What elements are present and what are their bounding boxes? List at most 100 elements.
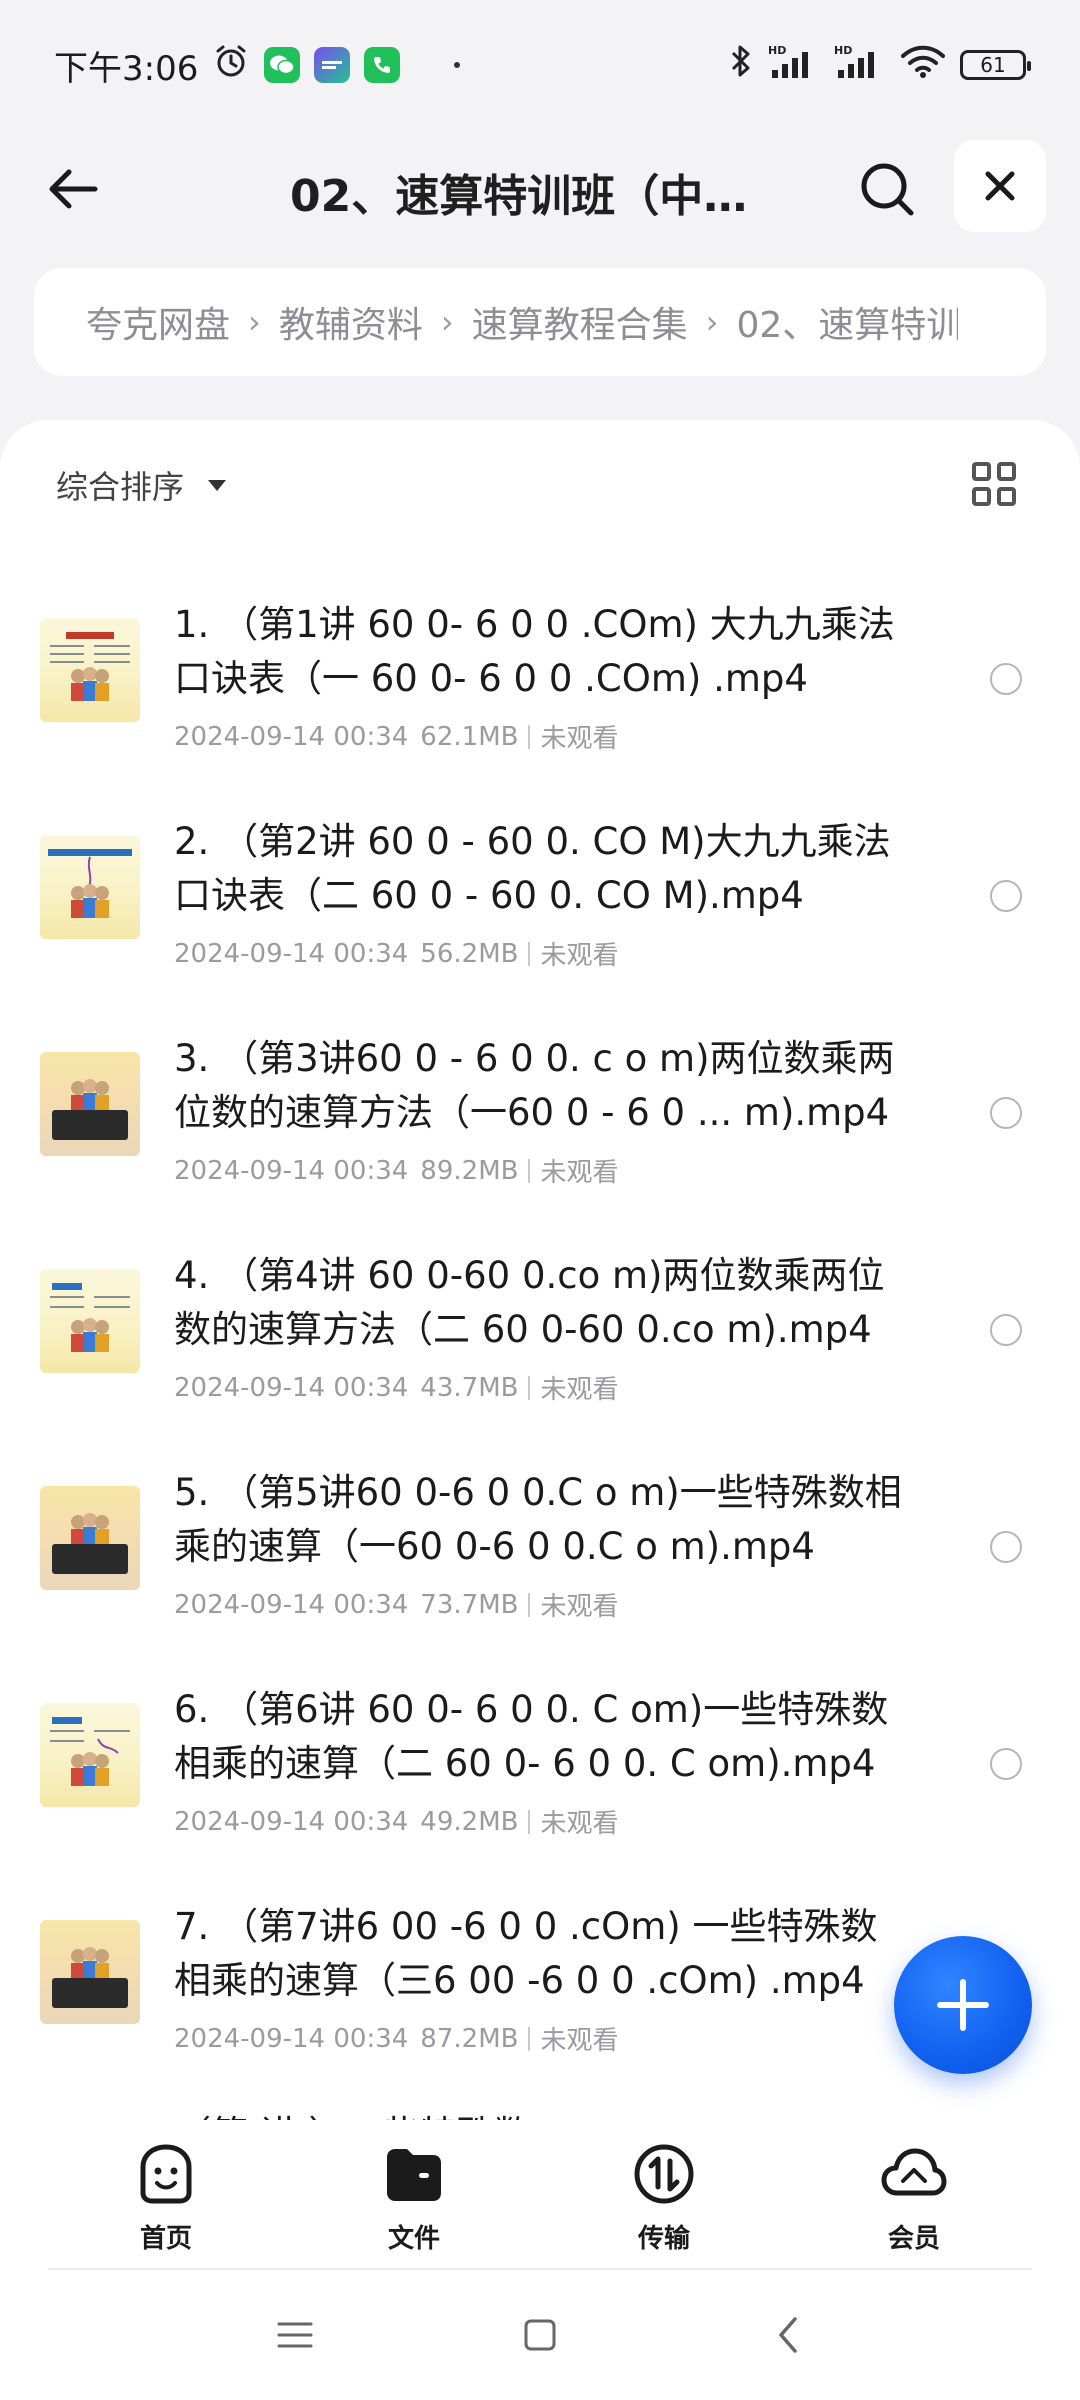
folder-icon bbox=[380, 2140, 448, 2208]
list-item-partial[interactable]: （第 讲 ）一些特殊数 bbox=[174, 2104, 531, 2120]
select-checkbox[interactable] bbox=[990, 880, 1022, 912]
file-meta: 2024-09-14 00:34 56.2MB 未观看 bbox=[174, 935, 618, 972]
meta-divider bbox=[528, 941, 531, 966]
file-date: 2024-09-14 00:34 bbox=[174, 1372, 409, 1403]
back-button[interactable] bbox=[38, 154, 108, 224]
file-size: 49.2MB bbox=[420, 1806, 519, 1837]
file-list: 1. （第1讲 60 0- 6 0 0 .COm) 大九九乘法口诀表（一 60 … bbox=[0, 568, 1080, 2087]
wifi-icon bbox=[900, 42, 946, 89]
file-size: 89.2MB bbox=[420, 1155, 519, 1186]
file-date: 2024-09-14 00:34 bbox=[174, 1155, 409, 1186]
video-thumbnail bbox=[40, 835, 140, 939]
list-item[interactable]: 3. （第3讲60 0 - 6 0 0. c o m)两位数乘两位数的速算方法（… bbox=[0, 1002, 1080, 1219]
breadcrumb-item-root[interactable]: 夸克网盘 bbox=[86, 296, 230, 348]
video-thumbnail bbox=[40, 1052, 140, 1156]
notification-dot bbox=[454, 62, 461, 68]
menu-icon[interactable] bbox=[270, 2310, 320, 2360]
list-item[interactable]: 5. （第5讲60 0-6 0 0.C o m)一些特殊数相乘的速算（一60 0… bbox=[0, 1436, 1080, 1653]
plus-icon bbox=[937, 1979, 989, 2031]
file-meta: 2024-09-14 00:34 43.7MB 未观看 bbox=[174, 1369, 618, 1406]
video-thumbnail bbox=[40, 1486, 140, 1590]
sort-label: 综合排序 bbox=[56, 468, 185, 506]
list-item[interactable]: 6. （第6讲 60 0- 6 0 0. C om)一些特殊数相乘的速算（二 6… bbox=[0, 1653, 1080, 1870]
select-checkbox[interactable] bbox=[990, 1314, 1022, 1346]
file-size: 43.7MB bbox=[420, 1372, 519, 1403]
select-checkbox[interactable] bbox=[990, 1531, 1022, 1563]
select-checkbox[interactable] bbox=[990, 663, 1022, 695]
meta-divider bbox=[528, 1158, 531, 1183]
home-square-icon[interactable] bbox=[515, 2310, 565, 2360]
transfer-icon bbox=[630, 2140, 698, 2208]
file-size: 56.2MB bbox=[420, 938, 519, 969]
nav-item-files[interactable]: 文件 bbox=[354, 2140, 474, 2255]
search-icon bbox=[861, 163, 914, 216]
meta-divider bbox=[528, 2026, 531, 2051]
home-face-icon bbox=[132, 2140, 200, 2208]
file-size: 87.2MB bbox=[420, 2023, 519, 2054]
close-icon bbox=[985, 171, 1015, 201]
chevron-right-icon: › bbox=[248, 303, 261, 341]
file-name: 4. （第4讲 60 0-60 0.co m)两位数乘两位数的速算方法（二 60… bbox=[174, 1254, 885, 1351]
system-nav-bar bbox=[0, 2270, 1080, 2400]
alarm-icon bbox=[212, 42, 250, 89]
page-title: 02、速算特训班（中级 ... bbox=[290, 171, 790, 222]
iqiyi-icon bbox=[314, 47, 351, 83]
file-date: 2024-09-14 00:34 bbox=[174, 2023, 409, 2054]
nav-label-home: 首页 bbox=[139, 2224, 192, 2254]
add-button[interactable] bbox=[894, 1936, 1032, 2074]
file-meta: 2024-09-14 00:34 62.1MB 未观看 bbox=[174, 718, 618, 755]
grid-view-icon[interactable] bbox=[972, 462, 1016, 506]
file-name: 7. （第7讲6 00 -6 0 0 .cOm) 一些特殊数相乘的速算（三6 0… bbox=[174, 1905, 878, 2002]
meta-divider bbox=[528, 1592, 531, 1617]
nav-item-member[interactable]: 会员 bbox=[854, 2140, 974, 2255]
file-size: 73.7MB bbox=[420, 1589, 519, 1620]
file-name: 2. （第2讲 60 0 - 60 0. CO M)大九九乘法口诀表（二 60 … bbox=[174, 820, 891, 917]
file-meta: 2024-09-14 00:34 89.2MB 未观看 bbox=[174, 1152, 618, 1189]
nav-item-home[interactable]: 首页 bbox=[106, 2140, 226, 2255]
file-name: 5. （第5讲60 0-6 0 0.C o m)一些特殊数相乘的速算（一60 0… bbox=[174, 1471, 902, 1568]
nav-item-transfer[interactable]: 传输 bbox=[604, 2140, 724, 2255]
video-thumbnail bbox=[40, 618, 140, 722]
meta-divider bbox=[528, 724, 531, 749]
breadcrumb-item[interactable]: 速算教程合集 bbox=[472, 296, 688, 348]
battery-indicator: 61 bbox=[960, 50, 1031, 80]
sort-dropdown[interactable]: 综合排序 bbox=[56, 462, 227, 508]
watch-status: 未观看 bbox=[540, 2026, 619, 2056]
file-date: 2024-09-14 00:34 bbox=[174, 1589, 409, 1620]
cloud-icon bbox=[880, 2140, 948, 2208]
video-thumbnail bbox=[40, 1269, 140, 1373]
chevron-right-icon: › bbox=[440, 303, 454, 341]
file-date: 2024-09-14 00:34 bbox=[174, 1806, 409, 1837]
watch-status: 未观看 bbox=[540, 941, 619, 971]
nav-label-member: 会员 bbox=[887, 2224, 940, 2254]
bluetooth-icon bbox=[728, 42, 754, 89]
file-name: 3. （第3讲60 0 - 6 0 0. c o m)两位数乘两位数的速算方法（… bbox=[174, 1037, 895, 1134]
signal-icon: HD bbox=[768, 42, 820, 89]
select-checkbox[interactable] bbox=[990, 1097, 1022, 1129]
back-chevron-icon[interactable] bbox=[763, 2310, 813, 2360]
breadcrumb-item-current[interactable]: 02、速算特训 bbox=[736, 296, 958, 348]
list-item[interactable]: 1. （第1讲 60 0- 6 0 0 .COm) 大九九乘法口诀表（一 60 … bbox=[0, 568, 1080, 785]
list-item[interactable]: 4. （第4讲 60 0-60 0.co m)两位数乘两位数的速算方法（二 60… bbox=[0, 1219, 1080, 1436]
video-thumbnail bbox=[40, 1703, 140, 1807]
list-item[interactable]: 2. （第2讲 60 0 - 60 0. CO M)大九九乘法口诀表（二 60 … bbox=[0, 785, 1080, 1002]
svg-text:HD: HD bbox=[768, 44, 786, 57]
watch-status: 未观看 bbox=[540, 1375, 619, 1405]
status-bar: 下午3:06 HD HD 61 bbox=[0, 0, 1080, 130]
select-checkbox[interactable] bbox=[990, 1748, 1022, 1780]
caret-down-icon bbox=[208, 479, 227, 491]
header: 02、速算特训班（中级 ... bbox=[0, 130, 1080, 240]
search-button[interactable] bbox=[852, 154, 922, 224]
phone-icon bbox=[364, 47, 401, 83]
breadcrumb-item[interactable]: 教辅资料 bbox=[279, 296, 423, 348]
watch-status: 未观看 bbox=[540, 724, 619, 754]
meta-divider bbox=[528, 1809, 531, 1834]
arrow-left-icon bbox=[49, 169, 98, 209]
watch-status: 未观看 bbox=[540, 1592, 619, 1622]
file-meta: 2024-09-14 00:34 49.2MB 未观看 bbox=[174, 1803, 618, 1840]
chevron-right-icon: › bbox=[705, 303, 719, 341]
file-list-card: 综合排序 1. （第1讲 60 0- 6 0 0 .COm) 大九九乘法口诀表（… bbox=[0, 420, 1080, 2120]
file-meta: 2024-09-14 00:34 73.7MB 未观看 bbox=[174, 1586, 618, 1623]
video-thumbnail bbox=[40, 1920, 140, 2024]
close-button[interactable] bbox=[954, 140, 1046, 232]
